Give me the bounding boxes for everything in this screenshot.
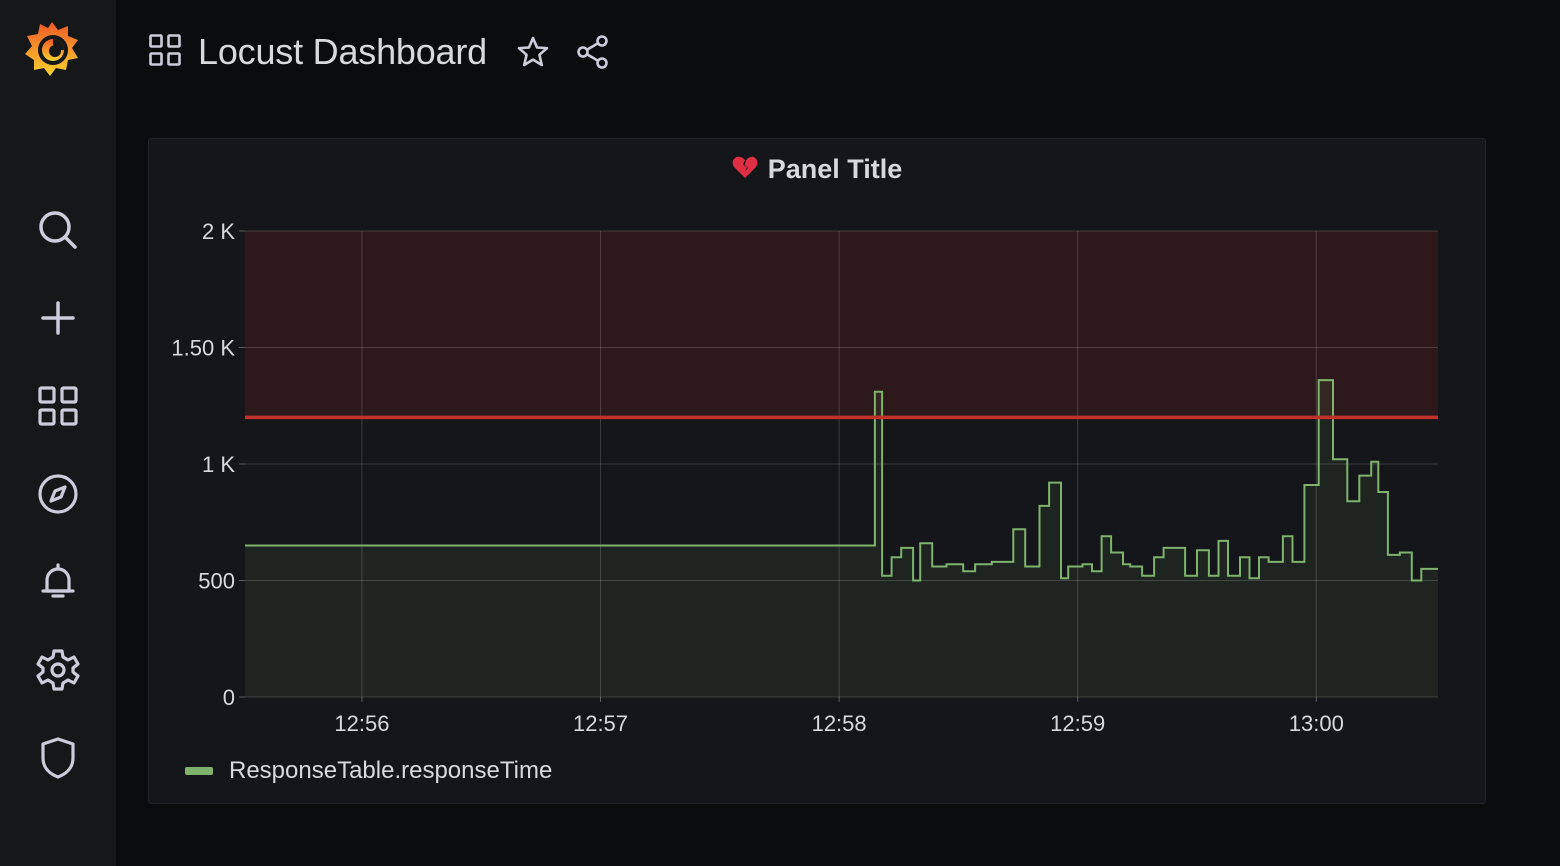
legend-series-label[interactable]: ResponseTable.responseTime — [229, 757, 552, 785]
y-tick-label: 1 K — [202, 452, 235, 477]
dashboard-grid-icon — [148, 33, 182, 72]
y-tick-label: 0 — [223, 685, 235, 710]
x-tick-label: 12:59 — [1050, 711, 1105, 736]
search-icon[interactable] — [34, 206, 82, 254]
compass-icon[interactable] — [34, 470, 82, 518]
y-tick-label: 2 K — [202, 219, 235, 244]
graph-panel: Panel Title 0 500 1 K 1.50 K2 K 12:56 12:57 12… — [148, 138, 1486, 804]
grafana-logo-icon[interactable] — [22, 18, 82, 80]
share-icon[interactable] — [573, 32, 613, 72]
threshold-region — [245, 231, 1438, 418]
bell-icon[interactable] — [34, 558, 82, 606]
series-area-fill — [245, 380, 1438, 697]
legend-item[interactable]: ResponseTable.responseTime — [185, 757, 552, 785]
x-tick-label: 13:00 — [1289, 711, 1344, 736]
plus-icon[interactable] — [34, 294, 82, 342]
x-tick-label: 12:56 — [334, 711, 389, 736]
x-tick-label: 12:57 — [573, 711, 628, 736]
x-tick-label: 12:58 — [812, 711, 867, 736]
star-icon[interactable] — [513, 32, 553, 72]
dashboard-navbar: Locust Dashboard — [148, 26, 633, 78]
sidebar — [0, 0, 116, 866]
grid-icon[interactable] — [34, 382, 82, 430]
y-tick-label: 1.50 K — [171, 336, 235, 361]
series-color-swatch[interactable] — [185, 767, 213, 775]
gear-icon[interactable] — [34, 646, 82, 694]
shield-icon[interactable] — [34, 734, 82, 782]
dashboard-title[interactable]: Locust Dashboard — [198, 31, 487, 73]
y-tick-label: 500 — [198, 569, 235, 594]
time-series-graph[interactable]: 0 500 1 K 1.50 K 2 K 12:56 12:57 12:58 12:59 13:0… — [149, 139, 1487, 805]
